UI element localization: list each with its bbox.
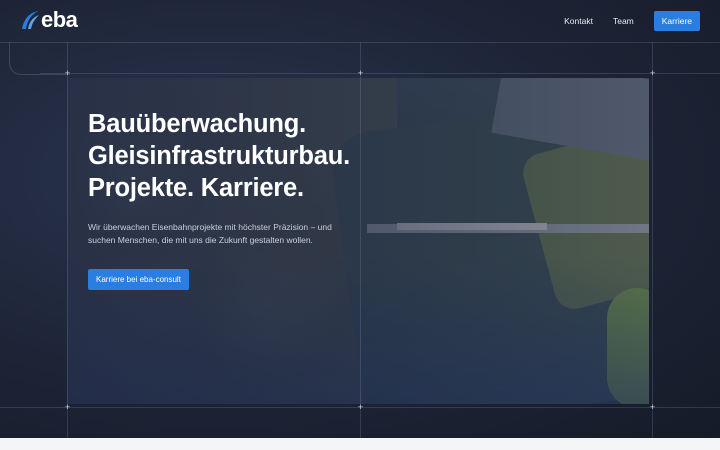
grid-line	[360, 42, 361, 438]
grid-line	[40, 73, 720, 74]
grid-line	[67, 42, 68, 438]
logo-text: eba	[41, 7, 78, 32]
karriere-cta-button[interactable]: Karriere bei eba-consult	[88, 269, 189, 290]
site-header: eba Kontakt Team Karriere	[0, 0, 720, 42]
plus-marker-icon: +	[649, 68, 656, 78]
main-nav: Kontakt Team Karriere	[564, 11, 700, 31]
hero-headline-line-3: Projekte. Karriere.	[88, 174, 304, 202]
plus-marker-icon: +	[64, 68, 71, 78]
plus-marker-icon: +	[649, 402, 656, 412]
hero-section: + + + + + + eba Kontakt Team Karriere Ba…	[0, 0, 720, 438]
hero-subtitle: Wir überwachen Eisenbahnprojekte mit höc…	[88, 222, 332, 245]
hero-content: Bauüberwachung. Gleisinfrastrukturbau. P…	[88, 108, 350, 290]
plus-marker-icon: +	[64, 402, 71, 412]
grid-curve	[9, 42, 70, 75]
grid-line	[652, 42, 653, 438]
nav-team[interactable]: Team	[613, 16, 634, 26]
plus-marker-icon: +	[357, 68, 364, 78]
logo[interactable]: eba	[18, 7, 78, 32]
plus-marker-icon: +	[357, 402, 364, 412]
nav-karriere-button[interactable]: Karriere	[653, 11, 700, 31]
nav-kontakt[interactable]: Kontakt	[564, 16, 593, 26]
eba-swoosh-logo-icon	[22, 11, 39, 29]
hero-headline-line-1: Bauüberwachung.	[88, 110, 307, 138]
hero-headline-line-2: Gleisinfrastrukturbau.	[88, 142, 350, 170]
